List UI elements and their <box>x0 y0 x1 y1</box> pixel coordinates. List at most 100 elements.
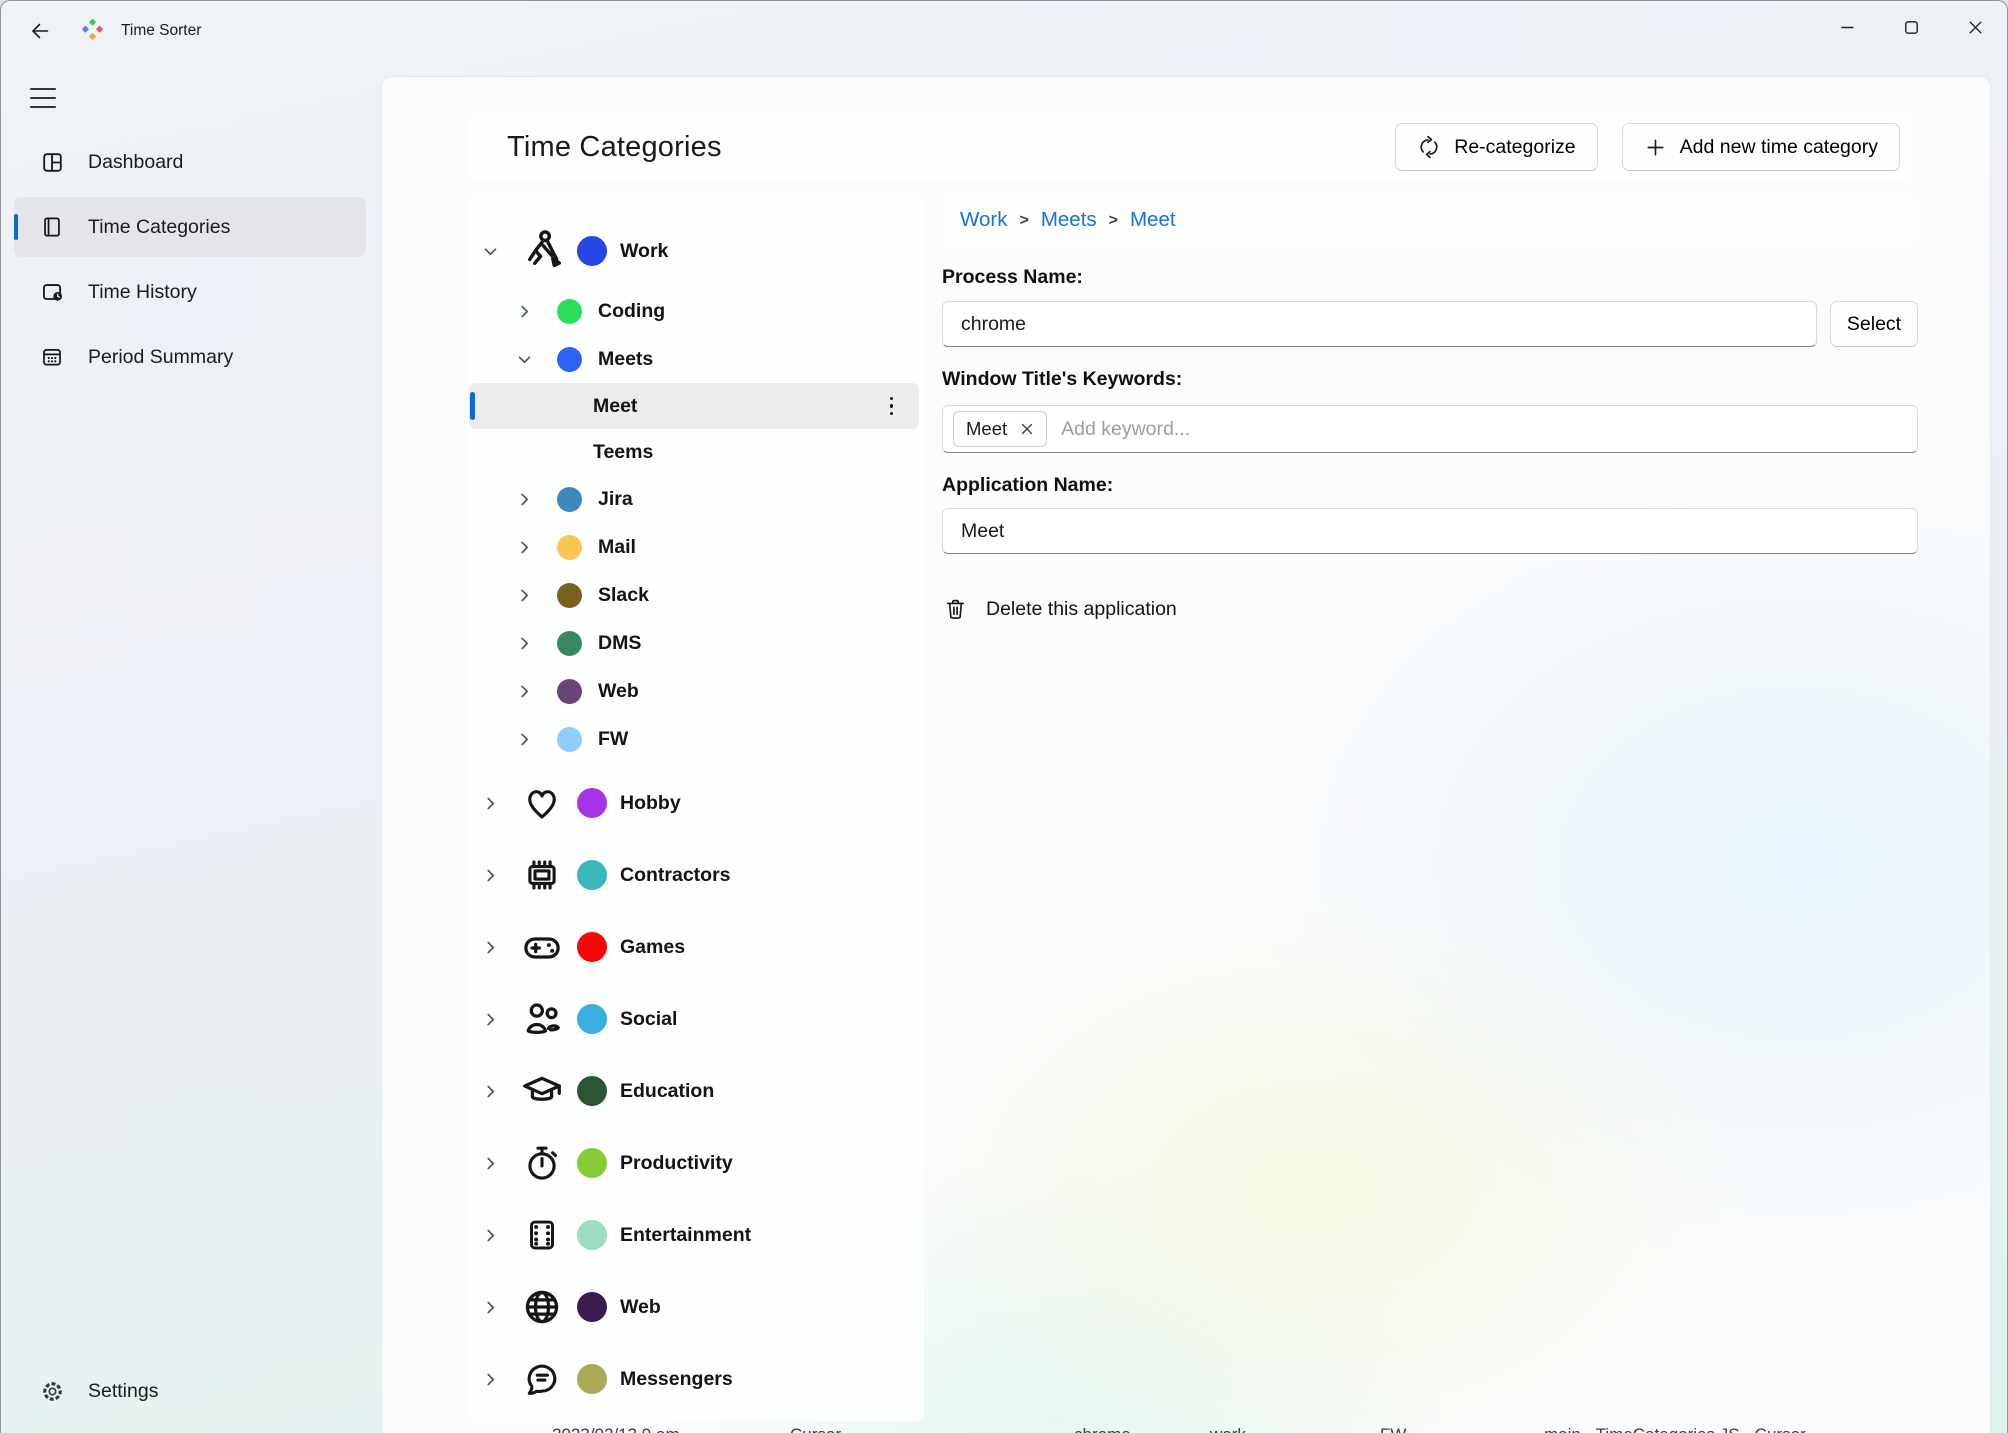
detail-panel: Work>Meets>Meet Process Name: Select Win… <box>942 195 1918 623</box>
tree-item-hobby[interactable]: Hobby <box>467 767 924 839</box>
tree-item-meet[interactable]: Meet <box>469 383 919 429</box>
maximize-button[interactable] <box>1879 1 1943 53</box>
chevron-right-icon[interactable] <box>483 1228 515 1243</box>
category-color-dot <box>577 1292 607 1322</box>
process-name-input[interactable] <box>942 301 1817 347</box>
delete-application-button[interactable]: Delete this application <box>942 596 1177 623</box>
add-new-time-category-button[interactable]: Add new time category <box>1622 123 1900 171</box>
tree-item-fw[interactable]: FW <box>467 715 924 763</box>
chevron-right-icon[interactable] <box>517 540 549 555</box>
sidebar-item-period-summary[interactable]: Period Summary <box>14 327 366 387</box>
calendar-icon <box>38 343 66 371</box>
chevron-right-icon[interactable] <box>483 1372 515 1387</box>
chevron-down-icon[interactable] <box>517 352 549 367</box>
chevron-right-icon[interactable] <box>517 636 549 651</box>
hamburger-menu-icon[interactable] <box>25 81 61 115</box>
tree-item-games[interactable]: Games <box>467 911 924 983</box>
tree-item-coding[interactable]: Coding <box>467 287 924 335</box>
tree-item-slack[interactable]: Slack <box>467 571 924 619</box>
tree-item-mail[interactable]: Mail <box>467 523 924 571</box>
minimize-button[interactable] <box>1815 1 1879 53</box>
heart-icon <box>519 780 565 826</box>
film-icon <box>519 1212 565 1258</box>
breadcrumb-link-meet[interactable]: Meet <box>1130 208 1176 232</box>
breadcrumb-separator: > <box>1109 210 1118 230</box>
sidebar-item-label: Dashboard <box>88 151 183 174</box>
breadcrumb: Work>Meets>Meet <box>942 195 1918 245</box>
select-process-button[interactable]: Select <box>1830 301 1918 347</box>
chevron-right-icon[interactable] <box>517 684 549 699</box>
add-keyword-input[interactable] <box>1061 418 1911 441</box>
delete-application-label: Delete this application <box>986 598 1177 621</box>
chevron-down-icon[interactable] <box>483 244 515 259</box>
chevron-right-icon[interactable] <box>483 1300 515 1315</box>
back-arrow-icon <box>28 19 52 43</box>
close-button[interactable] <box>1943 1 2007 53</box>
category-color-dot <box>577 1364 607 1394</box>
tree-item-web[interactable]: Web <box>467 667 924 715</box>
application-name-input[interactable] <box>942 508 1918 554</box>
close-icon <box>1968 20 1983 35</box>
category-color-dot <box>557 347 582 372</box>
category-color-dot <box>577 860 607 890</box>
chevron-right-icon[interactable] <box>483 796 515 811</box>
chevron-right-icon[interactable] <box>483 1156 515 1171</box>
maximize-icon <box>1904 20 1919 35</box>
sidebar-item-settings[interactable]: Settings <box>14 1363 366 1419</box>
tree-item-work[interactable]: Work <box>467 215 924 287</box>
keywords-box: Meet <box>942 405 1918 453</box>
category-color-dot <box>557 727 582 752</box>
chevron-right-icon[interactable] <box>517 588 549 603</box>
chevron-right-icon[interactable] <box>483 1084 515 1099</box>
gamepad-icon <box>519 924 565 970</box>
tree-item-messengers[interactable]: Messengers <box>467 1343 924 1415</box>
breadcrumb-link-meets[interactable]: Meets <box>1041 208 1097 232</box>
tree-item-label: Contractors <box>620 864 731 887</box>
clipped-text: work <box>1210 1425 1246 1433</box>
chevron-right-icon[interactable] <box>517 732 549 747</box>
clipped-text: chrome <box>1074 1425 1131 1433</box>
sidebar-item-time-categories[interactable]: Time Categories <box>14 197 366 257</box>
header-buttons: Re-categorize Add new time category <box>1395 123 1900 171</box>
tree-item-entertainment[interactable]: Entertainment <box>467 1199 924 1271</box>
chevron-right-icon[interactable] <box>517 492 549 507</box>
remove-keyword-icon[interactable] <box>1020 422 1034 436</box>
chevron-right-icon[interactable] <box>517 304 549 319</box>
chevron-right-icon[interactable] <box>483 868 515 883</box>
tree-item-jira[interactable]: Jira <box>467 475 924 523</box>
process-name-label: Process Name: <box>942 266 1918 289</box>
keywords-label: Window Title's Keywords: <box>942 368 1918 391</box>
category-color-dot <box>577 788 607 818</box>
sidebar-item-dashboard[interactable]: Dashboard <box>14 132 366 192</box>
category-color-dot <box>577 236 607 266</box>
tree-item-label: Teems <box>593 441 653 464</box>
category-color-dot <box>557 631 582 656</box>
clipped-background-row: 2023/02/13 9 amCursorchromeworkFWmain - … <box>442 1424 1990 1433</box>
tree-item-education[interactable]: Education <box>467 1055 924 1127</box>
back-button[interactable] <box>23 14 57 48</box>
tree-item-meets[interactable]: Meets <box>467 335 924 383</box>
minimize-icon <box>1840 20 1855 35</box>
category-color-dot <box>557 299 582 324</box>
chevron-right-icon[interactable] <box>483 1012 515 1027</box>
tree-item-teems[interactable]: Teems <box>467 429 924 475</box>
kebab-menu-icon[interactable] <box>884 391 900 422</box>
graduation-cap-icon <box>519 1068 565 1114</box>
tree-item-productivity[interactable]: Productivity <box>467 1127 924 1199</box>
recategorize-button[interactable]: Re-categorize <box>1395 123 1597 171</box>
breadcrumb-link-work[interactable]: Work <box>960 208 1007 232</box>
category-color-dot <box>557 487 582 512</box>
tree-item-label: Web <box>620 1296 661 1319</box>
category-color-dot <box>577 1148 607 1178</box>
plus-icon <box>1644 136 1667 159</box>
tree-item-dms[interactable]: DMS <box>467 619 924 667</box>
category-color-dot <box>577 932 607 962</box>
tree-item-social[interactable]: Social <box>467 983 924 1055</box>
tree-item-contractors[interactable]: Contractors <box>467 839 924 911</box>
tree-item-web[interactable]: Web <box>467 1271 924 1343</box>
sidebar-item-time-history[interactable]: Time History <box>14 262 366 322</box>
category-tree: WorkCodingMeetsMeet Teems JiraMailSlackDMS… <box>467 197 924 1421</box>
tree-item-label: Hobby <box>620 792 681 815</box>
chevron-right-icon[interactable] <box>483 940 515 955</box>
book-icon <box>38 213 66 241</box>
